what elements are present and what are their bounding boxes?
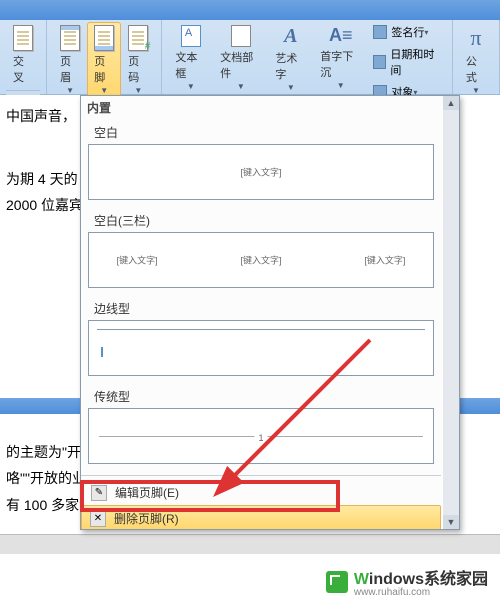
- preview-blank3: [键入文字] [键入文字] [键入文字]: [88, 232, 434, 288]
- header-icon: [60, 25, 80, 51]
- border-accent: [101, 347, 103, 357]
- watermark-sub: www.ruhaifu.com: [354, 587, 488, 598]
- dropcap-button[interactable]: A≡ 首字下沉 ▼: [313, 22, 368, 93]
- preview-trad: 1: [88, 408, 434, 464]
- pi-icon: π: [470, 25, 481, 51]
- gallery-item-label: 空白: [88, 122, 434, 143]
- footer-label: 页脚: [94, 53, 114, 85]
- cross-ref-icon: [13, 25, 33, 51]
- textbox-label: 文本框: [175, 49, 206, 81]
- wordart-label: 艺术字: [275, 50, 306, 82]
- windows-logo-icon: [326, 571, 348, 593]
- pagenum-icon: [128, 25, 148, 51]
- wordart-icon: A: [284, 25, 297, 48]
- gallery-item-trad[interactable]: 传统型 1: [81, 383, 441, 471]
- formula-label: 公式: [466, 53, 486, 85]
- edit-footer-button[interactable]: ✎ 编辑页脚(E): [81, 480, 441, 505]
- group-references: 交叉 引用: [0, 20, 47, 94]
- signature-button[interactable]: 签名行 ▾: [368, 22, 446, 42]
- textbox-icon: [181, 25, 201, 47]
- chevron-down-icon: ▼: [287, 83, 295, 92]
- scroll-down-icon[interactable]: ▼: [443, 515, 459, 529]
- chevron-down-icon: ▼: [100, 86, 108, 95]
- cross-ref-label: 交叉: [13, 53, 33, 85]
- chevron-down-icon: ▾: [424, 28, 428, 37]
- pagenum-button[interactable]: 页码 ▼: [121, 22, 155, 98]
- footer-icon: [94, 25, 114, 51]
- watermark-text: indows系统家园: [369, 571, 488, 588]
- gallery-category: 内置: [81, 96, 441, 119]
- gallery-scrollbar[interactable]: ▲ ▼: [443, 96, 459, 529]
- gallery-item-label: 空白(三栏): [88, 210, 434, 231]
- chevron-down-icon: ▼: [187, 82, 195, 91]
- wordart-button[interactable]: A 艺术字 ▼: [268, 22, 313, 95]
- signature-label: 签名行: [391, 24, 424, 40]
- gallery-item-label: 边线型: [88, 298, 434, 319]
- preview-border: [88, 320, 434, 376]
- gallery-item-blank3[interactable]: 空白(三栏) [键入文字] [键入文字] [键入文字]: [81, 207, 441, 295]
- placeholder-text: [键入文字]: [364, 254, 405, 267]
- formula-button[interactable]: π 公式 ▼: [459, 22, 493, 98]
- remove-footer-label: 删除页脚(R): [114, 510, 179, 527]
- datetime-button[interactable]: 日期和时间: [368, 44, 446, 80]
- parts-icon: [231, 25, 251, 47]
- placeholder-text: [键入文字]: [240, 254, 281, 267]
- edit-footer-label: 编辑页脚(E): [115, 484, 179, 501]
- scroll-up-icon[interactable]: ▲: [443, 96, 459, 110]
- footer-button[interactable]: 页脚 ▼: [87, 22, 121, 98]
- remove-footer-button[interactable]: ✕ 删除页脚(R): [81, 505, 441, 530]
- date-icon: [373, 55, 386, 69]
- dropcap-icon: A≡: [329, 25, 353, 46]
- group-text: 文本框 ▼ 文档部件 ▼ A 艺术字 ▼ A≡ 首字下沉 ▼ 签名: [162, 20, 453, 94]
- chat-bar: [0, 534, 500, 554]
- page-number: 1: [254, 433, 267, 443]
- chevron-down-icon: ▼: [66, 86, 74, 95]
- separator: [81, 475, 441, 476]
- parts-button[interactable]: 文档部件 ▼: [213, 22, 268, 94]
- group-symbols: π 公式 ▼ 符号: [453, 20, 500, 94]
- chevron-down-icon: ▼: [472, 86, 480, 95]
- chevron-down-icon: ▼: [134, 86, 142, 95]
- delete-icon: ✕: [90, 511, 106, 527]
- datetime-label: 日期和时间: [390, 46, 441, 78]
- signature-icon: [373, 25, 387, 39]
- gallery-item-blank[interactable]: 空白 [键入文字]: [81, 119, 441, 207]
- watermark: Windows系统家园 www.ruhaifu.com: [326, 565, 488, 598]
- placeholder-text: [键入文字]: [117, 254, 158, 267]
- edit-icon: ✎: [91, 485, 107, 501]
- group-header-footer: 页眉 ▼ 页脚 ▼ 页码 ▼ 页眉和页脚: [47, 20, 162, 94]
- header-button[interactable]: 页眉 ▼: [53, 22, 87, 98]
- cross-ref-button[interactable]: 交叉: [6, 22, 40, 88]
- gallery-item-border[interactable]: 边线型: [81, 295, 441, 383]
- gallery-item-label: 传统型: [88, 386, 434, 407]
- parts-label: 文档部件: [220, 49, 261, 81]
- chevron-down-icon: ▼: [237, 82, 245, 91]
- footer-gallery: 内置 空白 [键入文字] 空白(三栏) [键入文字] [键入文字] [键入文字]…: [80, 95, 460, 530]
- pagenum-label: 页码: [128, 53, 148, 85]
- dropcap-label: 首字下沉: [320, 48, 361, 80]
- textbox-button[interactable]: 文本框 ▼: [168, 22, 213, 94]
- placeholder-text: [键入文字]: [240, 166, 281, 179]
- header-label: 页眉: [60, 53, 80, 85]
- preview-blank: [键入文字]: [88, 144, 434, 200]
- chevron-down-icon: ▼: [337, 81, 345, 90]
